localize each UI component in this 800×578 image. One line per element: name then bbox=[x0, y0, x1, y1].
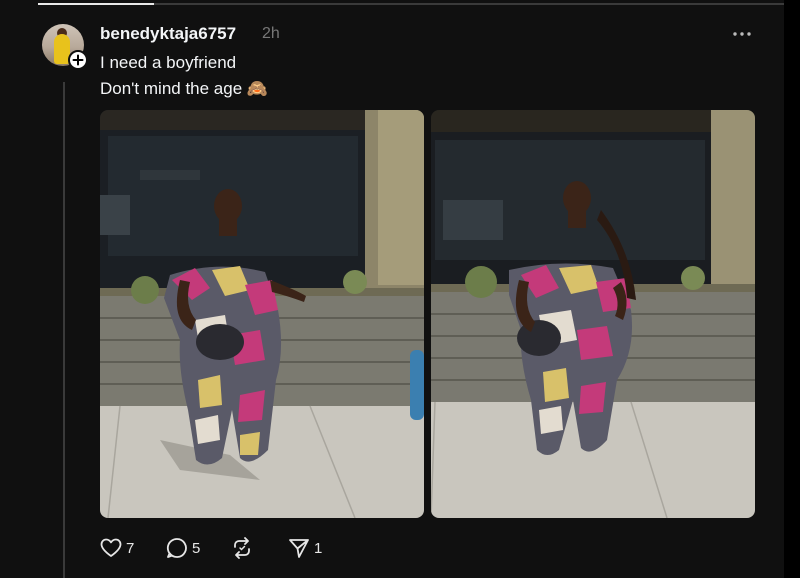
like-button[interactable]: 7 bbox=[100, 536, 134, 560]
post-image-2[interactable] bbox=[431, 110, 755, 518]
username[interactable]: benedyktaja6757 bbox=[100, 24, 236, 44]
like-count: 7 bbox=[126, 539, 135, 557]
comment-button[interactable]: 5 bbox=[166, 536, 200, 560]
post-text-line-2: Don't mind the age 🙈 bbox=[100, 79, 269, 98]
repost-icon bbox=[234, 537, 250, 559]
timestamp[interactable]: 2h bbox=[262, 25, 280, 43]
heart-icon bbox=[100, 538, 122, 557]
post-image-1[interactable] bbox=[100, 110, 424, 518]
comment-icon bbox=[166, 538, 187, 558]
post-text-line-1: I need a boyfriend bbox=[100, 53, 237, 72]
plus-icon bbox=[72, 54, 84, 66]
send-icon bbox=[289, 539, 309, 558]
repost-button[interactable] bbox=[231, 536, 257, 560]
more-options-button[interactable] bbox=[728, 24, 756, 44]
ellipsis-icon bbox=[733, 32, 751, 36]
share-button[interactable]: 1 bbox=[288, 536, 322, 560]
share-count: 1 bbox=[314, 539, 323, 557]
tab-indicator-line bbox=[38, 3, 784, 5]
follow-button[interactable] bbox=[68, 50, 88, 70]
window-edge bbox=[784, 0, 800, 578]
comment-count: 5 bbox=[192, 539, 201, 557]
thread-line bbox=[63, 82, 65, 578]
